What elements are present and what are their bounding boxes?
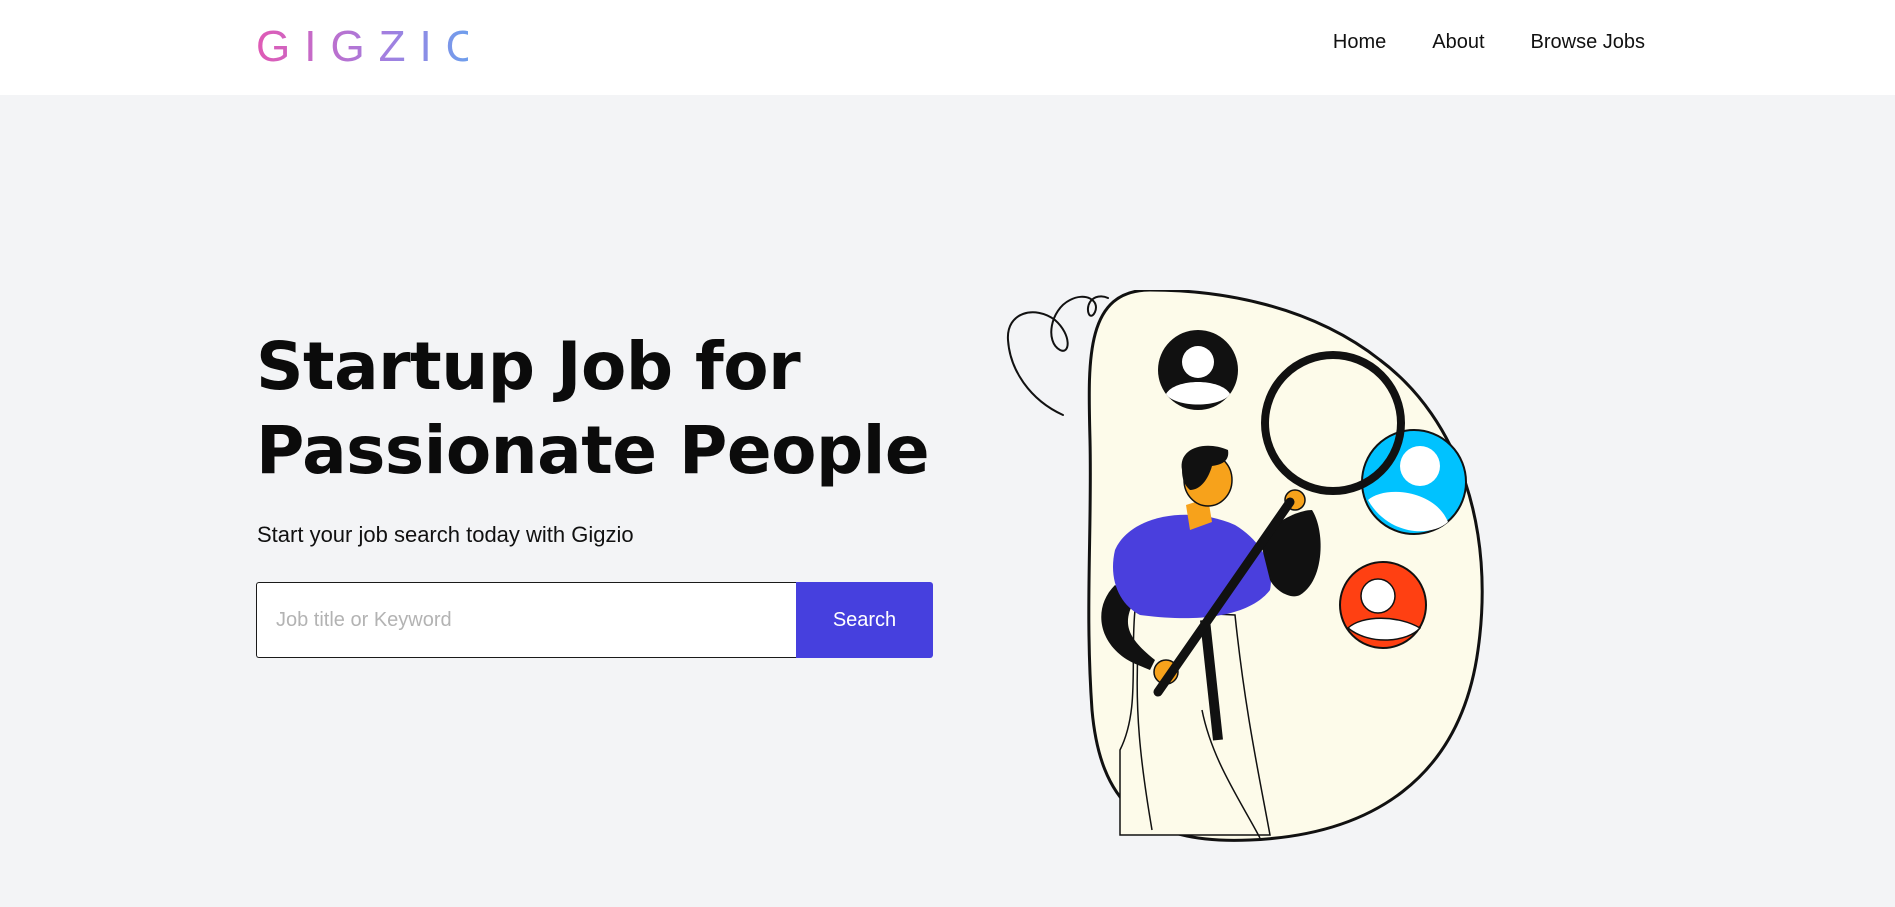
nav-about-link[interactable]: About: [1432, 30, 1484, 54]
job-search-input[interactable]: [256, 582, 796, 658]
headline-line-2: Passionate People: [256, 412, 930, 489]
hero-illustration: [1006, 290, 1484, 842]
headline-line-1: Startup Job for: [256, 328, 801, 405]
avatar-blue-icon: [1361, 429, 1467, 535]
hero-headline: Startup Job for Passionate People: [256, 325, 956, 493]
job-search-form: Search: [256, 582, 933, 658]
avatar-red-icon: [1339, 561, 1427, 649]
logo-text: GIGZIO: [256, 24, 468, 68]
logo-wordmark: GIGZIO: [256, 24, 468, 68]
main-nav: Home About Browse Jobs: [1333, 30, 1645, 54]
nav-home-link[interactable]: Home: [1333, 30, 1386, 54]
avatar-black-icon: [1158, 330, 1238, 410]
hero-section: Startup Job for Passionate People Start …: [0, 95, 1895, 907]
hero-subtitle: Start your job search today with Gigzio: [257, 522, 634, 547]
nav-browse-jobs-link[interactable]: Browse Jobs: [1531, 30, 1646, 54]
gigzio-logo[interactable]: GIGZIO: [256, 24, 468, 68]
top-navbar: GIGZIO Home About Browse Jobs: [0, 0, 1895, 95]
search-button[interactable]: Search: [796, 582, 933, 658]
